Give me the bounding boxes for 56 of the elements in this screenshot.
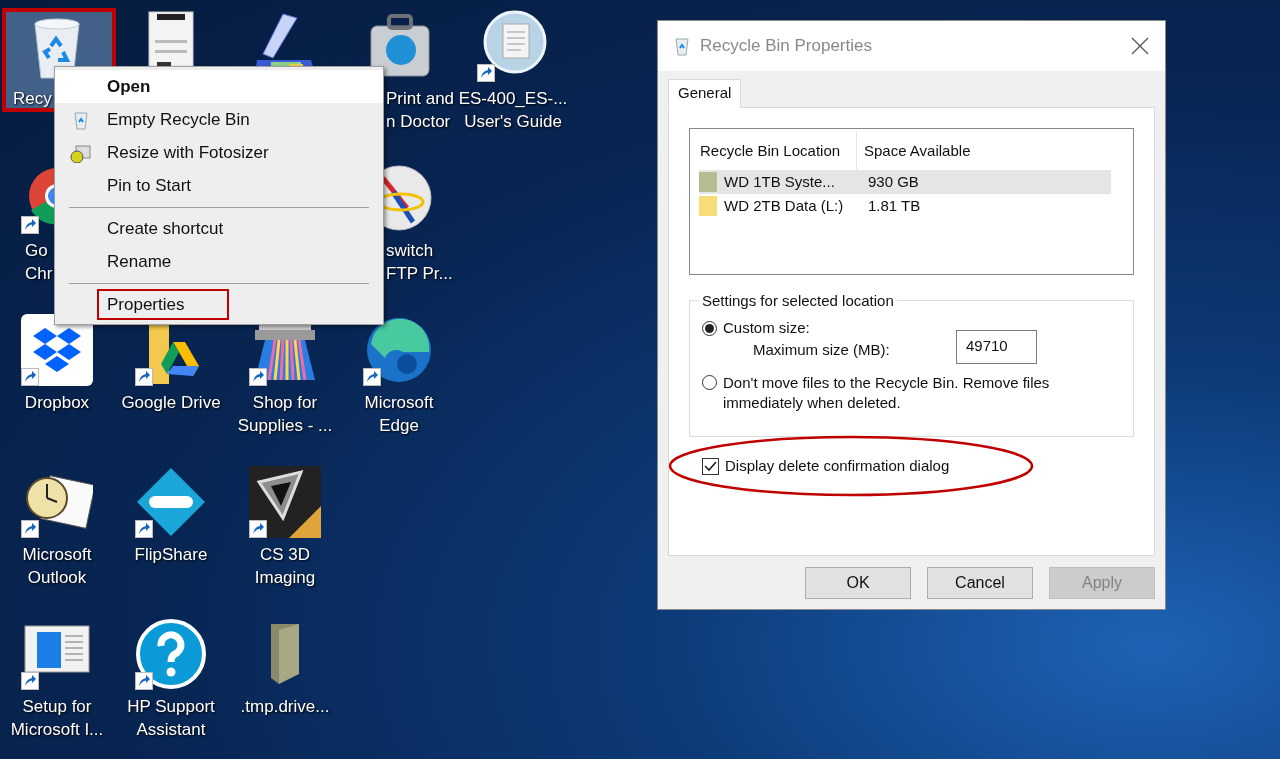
icon-label: ES-400_ES-... <box>458 88 568 110</box>
list-row[interactable]: WD 1TB Syste... 930 GB <box>699 170 1111 194</box>
table-cell-text: 1.81 TB <box>867 195 921 216</box>
3d-imaging-icon <box>249 466 321 538</box>
menu-item[interactable]: Empty Recycle Bin <box>55 103 383 136</box>
table-cell-text: WD 2TB Data (L:) <box>723 195 845 216</box>
icon-label: Recy <box>13 88 52 110</box>
icon-label: Go <box>25 240 49 262</box>
icon-label: Imaging <box>254 567 316 589</box>
checkbox-label: Display delete confirmation dialog <box>725 455 950 476</box>
menu-item[interactable]: Create shortcut <box>55 212 383 245</box>
icon-label: Setup for <box>22 696 92 718</box>
icon-label: Print and <box>386 88 455 110</box>
close-icon[interactable] <box>1131 37 1149 55</box>
dialog-button[interactable]: OK <box>805 567 911 599</box>
option-label: Custom size: <box>723 318 810 338</box>
option-label: Don't move files to the Recycle Bin. Remove files immediately when deleted. <box>723 372 1051 413</box>
icon-label: switch <box>386 240 435 262</box>
size-input[interactable]: 49710 <box>956 329 1037 364</box>
menu-item[interactable]: Resize with Fotosizer <box>55 136 383 169</box>
tab[interactable]: General <box>668 79 742 108</box>
icon-label: Supplies - ... <box>237 415 333 437</box>
radio-button[interactable] <box>702 374 717 390</box>
icon-label: Shop for <box>252 392 318 414</box>
icon-label: User's Guide <box>464 111 562 133</box>
icon-label: Microsoft <box>364 392 434 414</box>
icon-label: Edge <box>379 415 419 437</box>
recycle-bin-icon <box>71 109 91 130</box>
icon-label: CS 3D <box>259 544 311 566</box>
icon-label: FlipShare <box>134 544 208 566</box>
icon-label: FTP Pr... <box>386 263 453 285</box>
icon-label: .tmp.drive... <box>240 696 330 718</box>
menu-item[interactable]: Rename <box>55 245 383 278</box>
window-title: Recycle Bin Properties <box>700 35 873 58</box>
menu-item[interactable]: Open <box>55 70 383 103</box>
icon-label: HP Support <box>127 696 215 718</box>
list-row[interactable]: WD 2TB Data (L:) 1.81 TB <box>699 194 1111 218</box>
menu-item[interactable]: Properties <box>55 288 383 321</box>
icon-label: Chr <box>25 263 53 285</box>
icon-label: Microsoft I... <box>10 719 104 741</box>
checkbox[interactable] <box>702 457 719 475</box>
recycle-bin-icon <box>674 36 690 56</box>
icon-label: Microsoft <box>22 544 92 566</box>
dialog-button[interactable]: Cancel <box>927 567 1033 599</box>
table-cell-text: 930 GB <box>867 171 919 192</box>
check-icon <box>704 460 717 472</box>
icon-label: Dropbox <box>24 392 90 414</box>
help-icon <box>135 618 207 690</box>
radio-button[interactable] <box>702 320 717 336</box>
icon-label: n Doctor <box>386 111 452 133</box>
menu-item[interactable]: Pin to Start <box>55 169 383 202</box>
icon-label: Assistant <box>136 719 206 741</box>
table-cell-text: WD 1TB Syste... <box>723 171 836 192</box>
field-label: Maximum size (MB): <box>753 340 891 361</box>
icon-label: Google Drive <box>121 392 221 414</box>
icon-label: Outlook <box>27 567 87 589</box>
